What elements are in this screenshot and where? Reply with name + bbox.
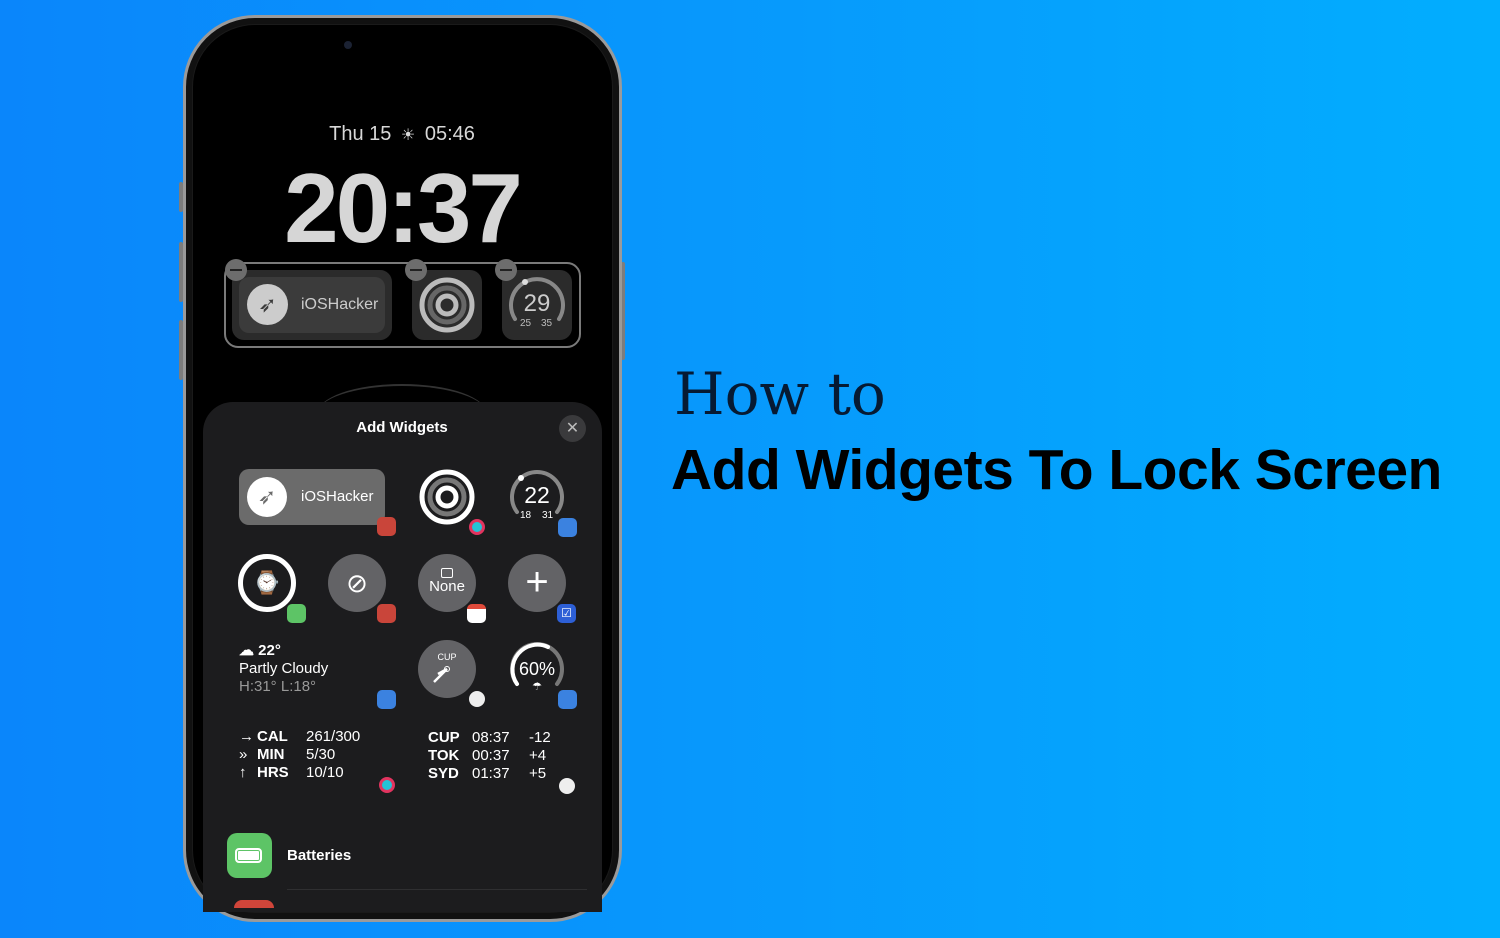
sheet-title: Add Widgets [356,419,448,436]
date: Thu 15 [329,123,392,145]
clock-hands-icon [433,666,450,683]
batteries-badge-icon [287,604,306,623]
city-offset: +5 [529,765,547,782]
front-camera [344,41,352,49]
weather-badge-icon [558,518,577,537]
weather-temp: 22° [258,642,281,659]
watch-icon: ⌚ [253,570,281,595]
metric-value: 5/30 [306,746,336,763]
app-label: Batteries [287,847,352,864]
suggestion-app-link[interactable]: ➶ iOSHacker [239,469,385,525]
weather-badge-icon [558,690,577,709]
partly-cloudy-icon: ☁ [239,642,254,659]
app-badge-icon [377,517,396,536]
double-arrow-icon: » [239,746,248,763]
calendar-icon [441,568,453,578]
temp-value: 22 [524,482,550,508]
umbrella-icon: ☂ [532,681,542,693]
suggestion-calendar[interactable]: None [418,554,476,612]
widget-temperature[interactable]: 29 25 35 [502,270,572,340]
suggestion-world-clock[interactable]: CUP 08:37 -12 TOK 00:37 +4 SYD 01:37 +5 [428,729,551,783]
plus-icon: + [525,560,549,604]
suggestion-compass[interactable]: ⊘ [328,554,386,612]
close-icon: ✕ [565,420,580,437]
reminders-badge-icon: ☑ [557,604,576,623]
suggestion-watch-battery[interactable]: ⌚ [238,554,296,612]
suggestion-add[interactable]: + [508,554,566,612]
arrow-right-icon: → [239,728,254,745]
suggestion-rain-chance[interactable]: 60% ☂ [508,640,566,698]
temp-low: 25 [520,318,532,329]
metric-value: 261/300 [306,728,361,745]
activity-badge-icon [469,519,485,535]
metric-value: 10/10 [306,764,344,781]
sunrise-time: 05:46 [424,123,475,145]
arrow-up-icon: ↑ [239,764,247,781]
lock-time[interactable]: 20:37 [284,152,523,265]
remove-widget-button[interactable] [495,259,517,281]
metric: CAL [257,728,288,745]
city-time: 08:37 [472,729,510,746]
next-app-icon [234,900,274,908]
compass-icon: ➶ [247,477,287,517]
temp-high: 35 [541,318,553,329]
suggestion-clock[interactable]: CUP [418,640,476,698]
metric: HRS [257,764,289,781]
headline-line2: Add Widgets To Lock Screen [671,438,1442,502]
city: CUP [428,729,460,746]
weather-range: H:31° L:18° [239,678,317,695]
headline-line1: How to [674,360,886,428]
battery-icon [227,833,272,878]
sunrise-icon: ☀ [400,127,416,144]
calendar-label: None [429,578,465,595]
divider [287,889,587,890]
compass-icon: ➶ [247,284,288,325]
remove-widget-button[interactable] [225,259,247,281]
close-button[interactable]: ✕ [559,415,586,442]
suggestion-activity-rings[interactable] [418,468,476,531]
weather-badge-icon [377,690,396,709]
suggestion-weather[interactable]: ☁ 22° Partly Cloudy H:31° L:18° [239,642,328,696]
clock-badge-icon [559,778,575,794]
app-row-batteries[interactable]: Batteries [227,833,587,879]
temp-value: 29 [523,290,551,317]
app-badge-icon [377,604,396,623]
temp-low: 18 [520,510,532,521]
widget-app-link[interactable]: ➶ iOSHacker [232,270,392,340]
temp-high: 31 [542,510,554,521]
weather-condition: Partly Cloudy [239,660,329,677]
widget-activity-rings[interactable] [412,270,482,340]
widget-label: iOSHacker [301,488,374,505]
widget-label: iOSHacker [301,296,379,313]
suggestion-temperature[interactable]: 22 18 31 [508,468,566,526]
city-offset: -12 [529,729,551,746]
city: TOK [428,747,460,764]
calendar-badge-icon [467,604,486,623]
clock-badge-icon [469,691,485,707]
compass-icon: ⊘ [346,568,368,598]
activity-badge-icon [379,777,395,793]
date-line: Thu 15 ☀ 05:46 [329,123,475,146]
suggestion-activity-list[interactable]: → CAL 261/300 » MIN 5/30 ↑ HRS 10/10 [239,728,360,782]
city: SYD [428,765,459,782]
activity-rings-icon [419,469,475,525]
activity-rings-icon [419,277,475,333]
remove-widget-button[interactable] [405,259,427,281]
city-offset: +4 [529,747,547,764]
metric: MIN [257,746,285,763]
rain-value: 60% [518,659,556,679]
city-time: 01:37 [472,765,510,782]
city-time: 00:37 [472,747,510,764]
